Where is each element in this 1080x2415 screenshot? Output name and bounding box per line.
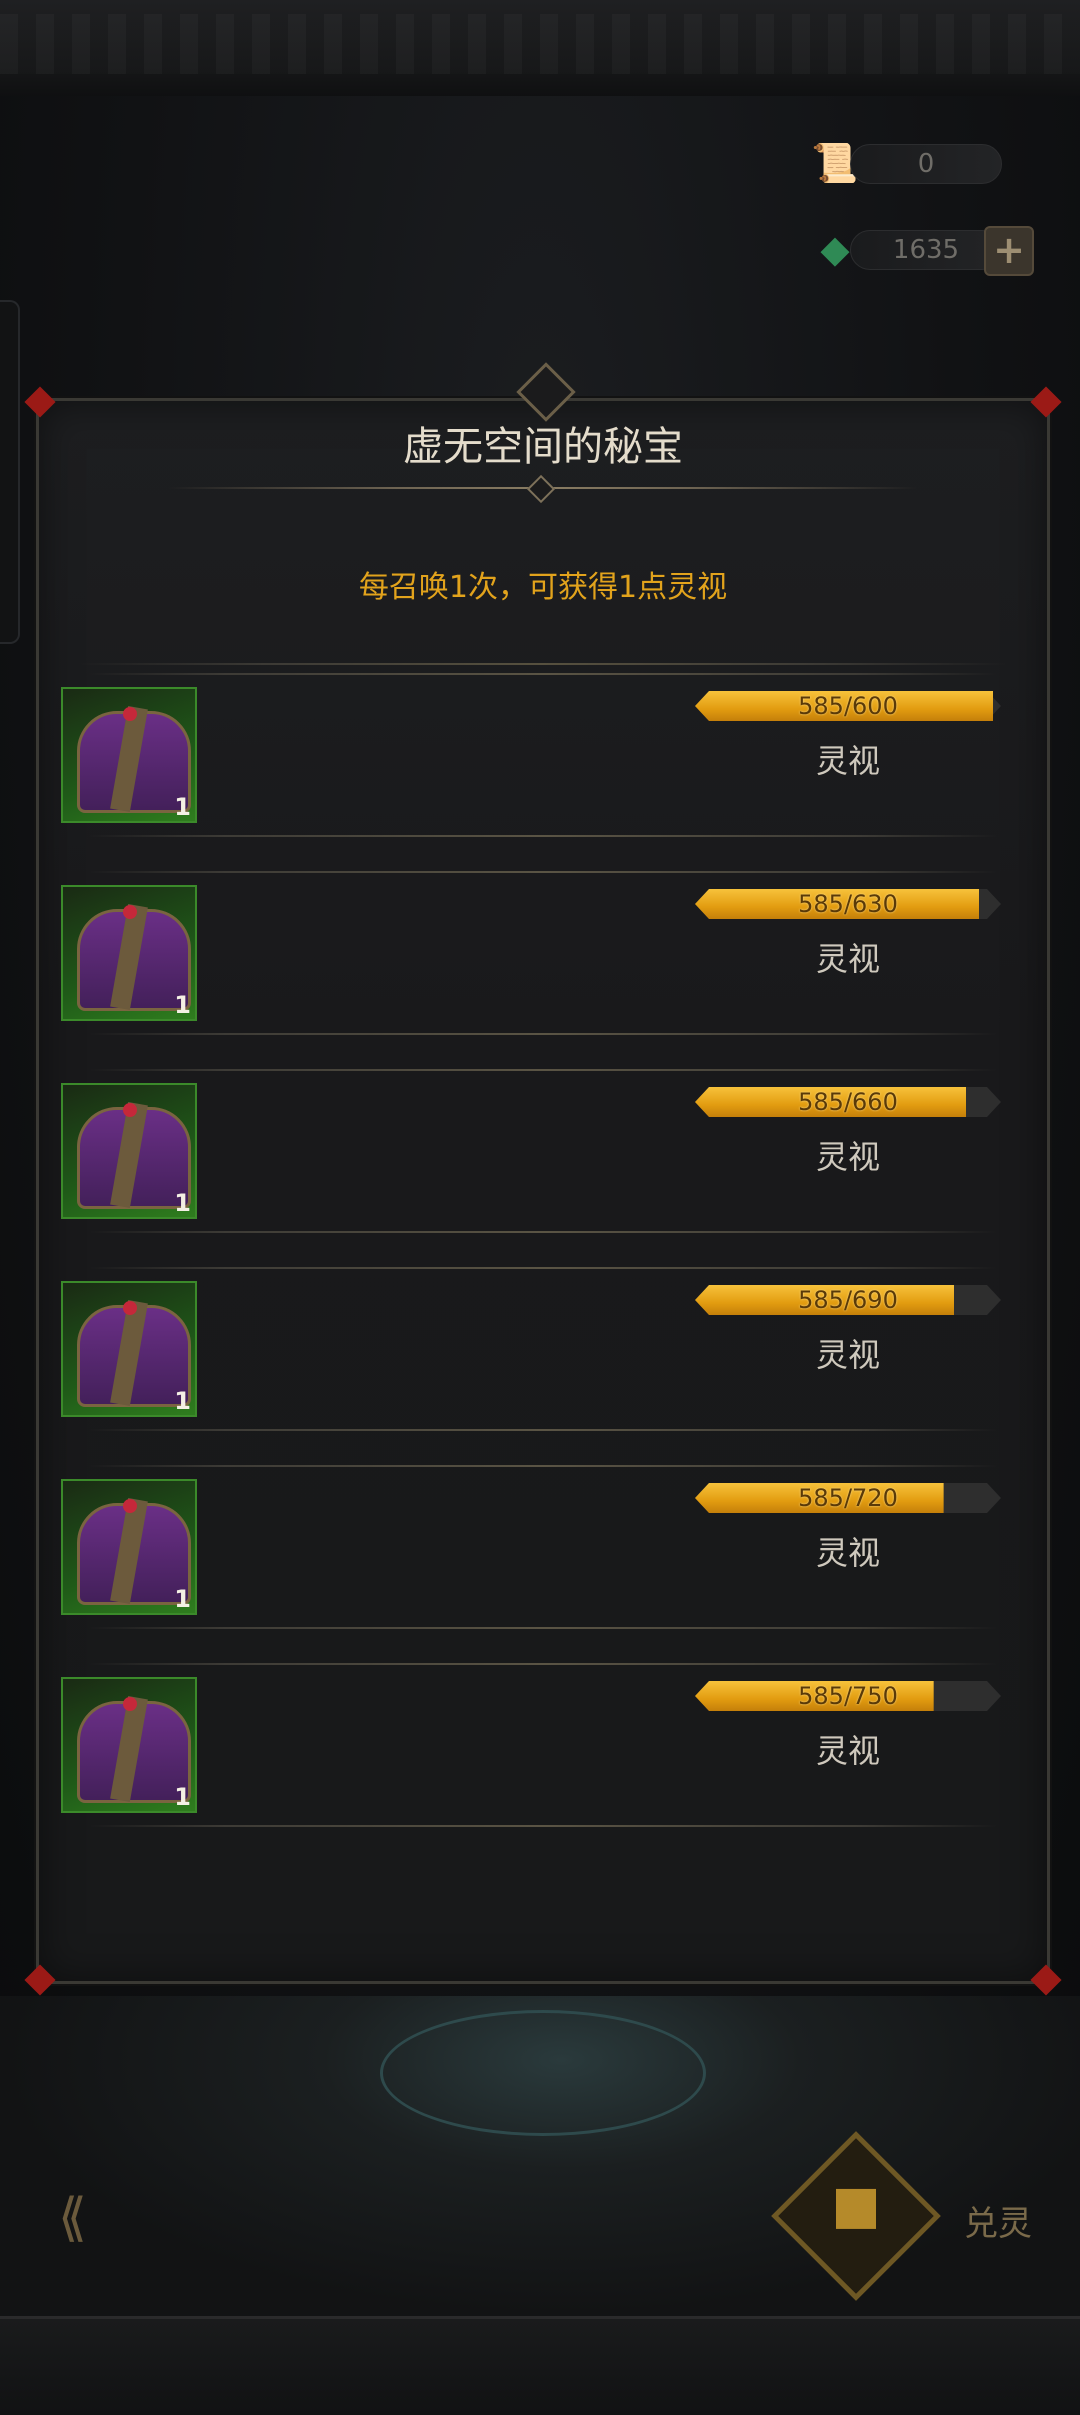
crystal-currency: ◆ 1635 + bbox=[810, 222, 1034, 276]
item-count: 1 bbox=[174, 1387, 191, 1415]
item-count: 1 bbox=[174, 1783, 191, 1811]
progress-bar: 585/750 bbox=[695, 1681, 1001, 1711]
row-divider bbox=[89, 1267, 997, 1269]
reward-name: 灵视 bbox=[815, 940, 880, 978]
chest-jewel bbox=[123, 1499, 137, 1513]
reward-list[interactable]: 1 585/600 灵视 1 585/630 灵视 1 585/660 灵视 1… bbox=[59, 673, 1027, 1933]
treasure-chest-item[interactable]: 1 bbox=[61, 687, 197, 823]
title-gem-icon bbox=[526, 474, 556, 504]
progress-bar: 585/690 bbox=[695, 1285, 1001, 1315]
progress-bar: 585/630 bbox=[695, 889, 1001, 919]
treasure-chest-item[interactable]: 1 bbox=[61, 885, 197, 1021]
scroll-currency-value: 0 bbox=[850, 144, 1002, 184]
reward-row: 1 585/660 灵视 bbox=[59, 1069, 1027, 1267]
treasure-panel: 虚无空间的秘宝 每召唤1次，可获得1点灵视 1 585/600 灵视 1 585… bbox=[24, 362, 1062, 1996]
progress-bar: 585/600 bbox=[695, 691, 1001, 721]
left-side-tab[interactable] bbox=[0, 300, 20, 644]
treasure-chest-item[interactable]: 1 bbox=[61, 1479, 197, 1615]
progress-bar: 585/720 bbox=[695, 1483, 1001, 1513]
reward-name: 灵视 bbox=[815, 1534, 880, 1572]
subtitle-divider bbox=[79, 663, 1007, 665]
row-divider bbox=[89, 1825, 997, 1827]
reward-name: 灵视 bbox=[815, 1732, 880, 1770]
row-divider bbox=[89, 1627, 997, 1629]
panel-title: 虚无空间的秘宝 bbox=[403, 424, 683, 470]
item-count: 1 bbox=[174, 1585, 191, 1613]
row-divider bbox=[89, 1033, 997, 1035]
progress-bar: 585/660 bbox=[695, 1087, 1001, 1117]
card-icon bbox=[836, 2188, 876, 2229]
treasure-chest-item[interactable]: 1 bbox=[61, 1677, 197, 1813]
row-divider bbox=[89, 1231, 997, 1233]
progress-text: 585/750 bbox=[798, 1682, 898, 1710]
progress-text: 585/630 bbox=[798, 890, 898, 918]
progress-text: 585/660 bbox=[798, 1088, 898, 1116]
reward-row: 1 585/630 灵视 bbox=[59, 871, 1027, 1069]
row-divider bbox=[89, 1069, 997, 1071]
reward-row: 1 585/600 灵视 bbox=[59, 673, 1027, 871]
item-count: 1 bbox=[174, 1189, 191, 1217]
summon-circle bbox=[380, 2010, 706, 2136]
treasure-chest-item[interactable]: 1 bbox=[61, 1083, 197, 1219]
row-divider bbox=[89, 1465, 997, 1467]
reward-name: 灵视 bbox=[815, 1138, 880, 1176]
row-divider bbox=[89, 871, 997, 873]
progress-text: 585/720 bbox=[798, 1484, 898, 1512]
crystal-currency-value: 1635 bbox=[850, 230, 1002, 270]
card-exchange-label[interactable]: 兑灵 bbox=[964, 2196, 1032, 2245]
reward-row: 1 585/750 灵视 bbox=[59, 1663, 1027, 1861]
scroll-currency: 📜 0 bbox=[810, 136, 1020, 186]
row-divider bbox=[89, 673, 997, 675]
bottom-ornament-band bbox=[0, 2316, 1080, 2415]
row-divider bbox=[89, 1663, 997, 1665]
item-count: 1 bbox=[174, 991, 191, 1019]
row-divider bbox=[89, 1429, 997, 1431]
chest-jewel bbox=[123, 1103, 137, 1117]
back-arrow-icon[interactable]: ⟪ bbox=[58, 2188, 168, 2248]
row-divider bbox=[89, 835, 997, 837]
top-ornament-band bbox=[0, 0, 1080, 99]
reward-row: 1 585/690 灵视 bbox=[59, 1267, 1027, 1465]
progress-text: 585/690 bbox=[798, 1286, 898, 1314]
item-count: 1 bbox=[174, 793, 191, 821]
add-crystal-button[interactable]: + bbox=[984, 226, 1034, 276]
reward-name: 灵视 bbox=[815, 742, 880, 780]
chest-jewel bbox=[123, 1301, 137, 1315]
treasure-chest-item[interactable]: 1 bbox=[61, 1281, 197, 1417]
chest-jewel bbox=[123, 1697, 137, 1711]
chest-jewel bbox=[123, 905, 137, 919]
progress-text: 585/600 bbox=[798, 692, 898, 720]
reward-row: 1 585/720 灵视 bbox=[59, 1465, 1027, 1663]
panel-subtitle: 每召唤1次，可获得1点灵视 bbox=[358, 570, 728, 605]
chest-jewel bbox=[123, 707, 137, 721]
reward-name: 灵视 bbox=[815, 1336, 880, 1374]
